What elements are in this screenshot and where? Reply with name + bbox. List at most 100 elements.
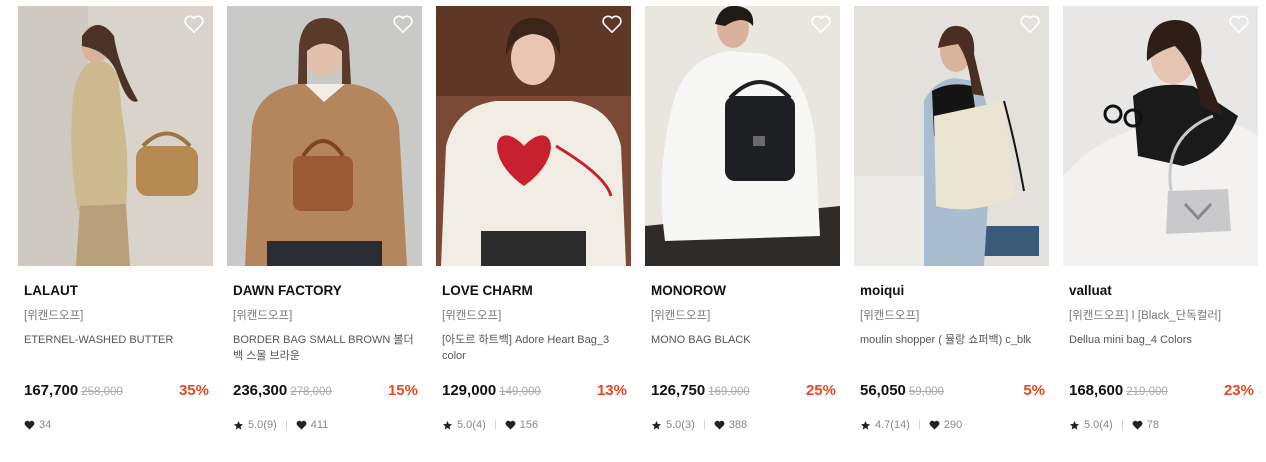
price-row: 168,600 219,000 23%	[1069, 382, 1254, 402]
original-price: 169,000	[708, 386, 750, 398]
product-image[interactable]	[854, 6, 1049, 266]
product-meta: 34	[24, 418, 51, 432]
likes-count: 156	[519, 419, 539, 431]
brand-name[interactable]: moiqui	[860, 283, 904, 298]
price-row: 129,000 149,000 13%	[442, 382, 627, 402]
likes-count: 388	[728, 419, 748, 431]
heart-icon	[24, 420, 35, 430]
heart-icon	[714, 420, 725, 430]
product-photo	[18, 6, 213, 266]
product-grid: LALAUT [위캔드오프] ETERNEL-WASHED BUTTER 167…	[18, 6, 1258, 456]
product-photo	[854, 6, 1049, 266]
price-row: 236,300 278,000 15%	[233, 382, 418, 402]
promo-tag: [위캔드오프]	[860, 310, 920, 322]
discount-rate: 5%	[1023, 382, 1045, 399]
product-meta: 5.0(4) 78	[1069, 418, 1159, 432]
sale-price: 236,300	[233, 382, 288, 399]
rating-value: 5.0(9)	[248, 419, 277, 431]
product-card[interactable]: MONOROW [위캔드오프] MONO BAG BLACK 126,750 16…	[645, 6, 840, 456]
rating: 5.0(4)	[1069, 419, 1113, 431]
product-photo	[1063, 6, 1258, 266]
meta-divider	[285, 420, 287, 430]
price-row: 126,750 169,000 25%	[651, 382, 836, 402]
brand-name[interactable]: DAWN FACTORY	[233, 283, 342, 298]
heart-outline-icon[interactable]	[601, 14, 623, 34]
likes: 156	[505, 419, 538, 431]
product-name[interactable]: moulin shopper ( 뮬랑 쇼퍼백) c_blk	[860, 332, 1046, 348]
product-image[interactable]	[436, 6, 631, 266]
sale-price: 56,050	[860, 382, 906, 399]
promo-tag: [위캔드오프]	[651, 310, 711, 322]
brand-name[interactable]: valluat	[1069, 283, 1112, 298]
product-image[interactable]	[645, 6, 840, 266]
original-price: 219,000	[1126, 386, 1168, 398]
product-meta: 5.0(3) 388	[651, 418, 747, 432]
product-card[interactable]: moiqui [위캔드오프] moulin shopper ( 뮬랑 쇼퍼백) …	[854, 6, 1049, 456]
rating: 5.0(9)	[233, 419, 277, 431]
rating-value: 5.0(4)	[1084, 419, 1113, 431]
sale-price: 129,000	[442, 382, 497, 399]
price-row: 167,700 258,000 35%	[24, 382, 209, 402]
heart-icon	[296, 420, 307, 430]
heart-outline-icon[interactable]	[392, 14, 414, 34]
rating: 5.0(4)	[442, 419, 486, 431]
rating-value: 5.0(4)	[457, 419, 486, 431]
product-name[interactable]: BORDER BAG SMALL BROWN 볼더백 스몰 브라운	[233, 332, 419, 364]
likes: 388	[714, 419, 747, 431]
meta-divider	[494, 420, 496, 430]
promo-tag: [위캔드오프]	[233, 310, 293, 322]
product-card[interactable]: LALAUT [위캔드오프] ETERNEL-WASHED BUTTER 167…	[18, 6, 213, 456]
heart-icon	[929, 420, 940, 430]
original-price: 258,000	[81, 386, 123, 398]
sale-price: 168,600	[1069, 382, 1124, 399]
discount-rate: 35%	[178, 382, 209, 399]
promo-tag: [위캔드오프]	[24, 310, 84, 322]
product-photo	[227, 6, 422, 266]
original-price: 149,000	[499, 386, 541, 398]
product-meta: 5.0(4) 156	[442, 418, 538, 432]
product-image[interactable]	[18, 6, 213, 266]
meta-divider	[1121, 420, 1123, 430]
heart-outline-icon[interactable]	[1019, 14, 1041, 34]
product-name[interactable]: ETERNEL-WASHED BUTTER	[24, 332, 210, 348]
star-icon	[1069, 420, 1080, 430]
star-icon	[651, 420, 662, 430]
heart-outline-icon[interactable]	[810, 14, 832, 34]
likes-count: 411	[310, 419, 329, 431]
product-name[interactable]: [아도르 하트백] Adore Heart Bag_3 color	[442, 332, 628, 364]
discount-rate: 13%	[596, 382, 627, 399]
discount-rate: 23%	[1223, 382, 1254, 399]
product-card[interactable]: DAWN FACTORY [위캔드오프] BORDER BAG SMALL BR…	[227, 6, 422, 456]
brand-name[interactable]: LOVE CHARM	[442, 283, 533, 298]
brand-name[interactable]: MONOROW	[651, 283, 726, 298]
heart-icon	[1132, 420, 1143, 430]
discount-rate: 15%	[387, 382, 418, 399]
likes: 78	[1132, 419, 1159, 431]
meta-divider	[703, 420, 705, 430]
likes: 411	[296, 419, 329, 431]
likes-count: 78	[1146, 419, 1159, 431]
heart-icon	[505, 420, 516, 430]
heart-outline-icon[interactable]	[1228, 14, 1250, 34]
product-card[interactable]: valluat [위캔드오프] I [Black_단독컬러] Dellua mi…	[1063, 6, 1258, 456]
original-price: 278,000	[290, 386, 332, 398]
product-name[interactable]: MONO BAG BLACK	[651, 332, 837, 348]
brand-name[interactable]: LALAUT	[24, 283, 78, 298]
rating: 5.0(3)	[651, 419, 695, 431]
original-price: 59,000	[908, 386, 945, 398]
promo-tag: [위캔드오프]	[442, 310, 502, 322]
price-row: 56,050 59,000 5%	[860, 382, 1045, 402]
product-meta: 4.7(14) 290	[860, 418, 962, 432]
product-image[interactable]	[1063, 6, 1258, 266]
heart-outline-icon[interactable]	[183, 14, 205, 34]
product-image[interactable]	[227, 6, 422, 266]
product-name[interactable]: Dellua mini bag_4 Colors	[1069, 332, 1255, 348]
likes: 34	[24, 419, 51, 431]
rating-value: 4.7(14)	[875, 419, 910, 431]
likes-count: 290	[943, 419, 963, 431]
product-card[interactable]: LOVE CHARM [위캔드오프] [아도르 하트백] Adore Heart…	[436, 6, 631, 456]
sale-price: 167,700	[24, 382, 79, 399]
rating-value: 5.0(3)	[666, 419, 695, 431]
product-photo	[645, 6, 840, 266]
rating: 4.7(14)	[860, 419, 910, 431]
